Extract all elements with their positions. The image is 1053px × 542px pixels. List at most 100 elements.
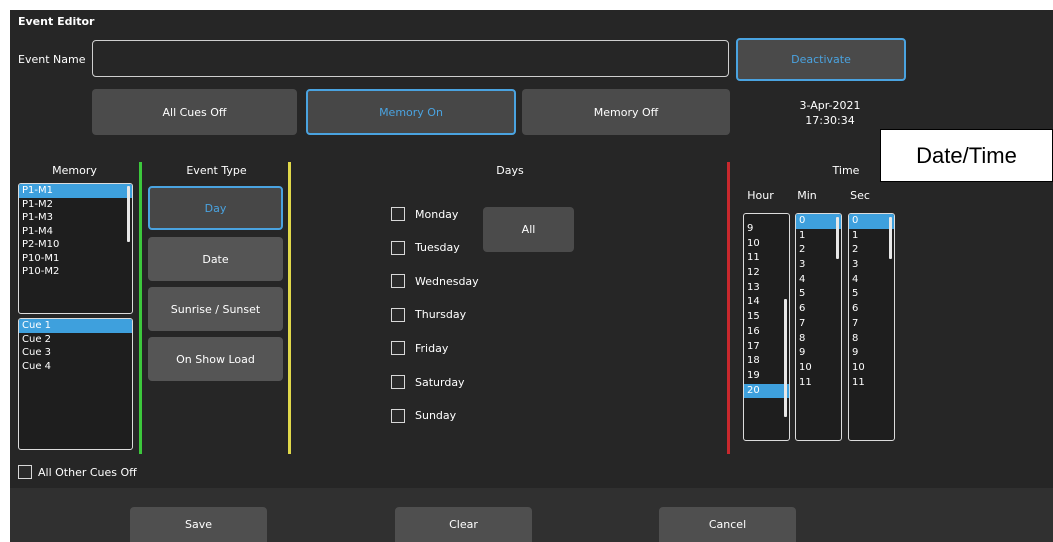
sec-list-item[interactable]: 1 [849,229,894,244]
hour-list-item[interactable]: 20 [744,383,789,399]
event-type-divider [288,162,291,454]
hour-list-item[interactable]: 13 [744,281,789,296]
days-header: Days [496,164,524,177]
checkbox-box[interactable] [391,341,405,356]
min-list-item[interactable]: 5 [796,287,841,302]
min-label: Min [797,189,817,202]
cue-list-item[interactable]: Cue 3 [19,346,132,360]
sec-list-item[interactable]: 10 [849,361,894,376]
sec-list-scrollbar[interactable] [889,217,892,259]
memory-list-item[interactable]: P1-M2 [19,198,132,212]
day-checkbox-thursday[interactable]: Thursday [391,307,467,322]
cue-list-item[interactable]: Cue 1 [19,319,132,333]
sec-list-item[interactable]: 6 [849,302,894,317]
all-days-button[interactable]: All [483,207,574,252]
checkbox-box[interactable] [391,307,405,322]
memory-list-item[interactable]: P1-M1 [19,184,132,198]
min-list-item[interactable]: 3 [796,258,841,273]
sec-list-item[interactable]: 11 [849,376,894,391]
memory-list-item[interactable]: P1-M3 [19,211,132,225]
sec-list-item[interactable]: 0 [849,214,894,229]
hour-list-item[interactable]: 10 [744,237,789,252]
day-label: Tuesday [415,241,460,255]
checkbox-box[interactable] [391,207,405,221]
checkbox-box[interactable] [391,274,405,289]
min-list[interactable]: 0 1 2 3 4 5 6 7 8 9 10 11 [795,213,842,441]
hour-list-scrollbar[interactable] [784,299,787,417]
sec-list[interactable]: 0 1 2 3 4 5 6 7 8 9 10 11 [848,213,895,441]
cue-list[interactable]: Cue 1 Cue 2 Cue 3 Cue 4 [18,318,133,450]
day-checkbox-monday[interactable]: Monday [391,207,458,221]
sec-label: Sec [850,189,870,202]
checkbox-box[interactable] [391,408,405,423]
min-list-item[interactable]: 10 [796,361,841,376]
hour-list-item[interactable]: 17 [744,340,789,355]
sec-list-item[interactable]: 8 [849,332,894,347]
min-list-item[interactable]: 1 [796,229,841,244]
save-button[interactable]: Save [130,507,267,542]
min-list-item[interactable]: 2 [796,243,841,258]
memory-list-item[interactable]: P10-M2 [19,265,132,279]
min-list-item[interactable]: 8 [796,332,841,347]
memory-list-item[interactable]: P2-M10 [19,238,132,252]
cue-list-item[interactable]: Cue 2 [19,333,132,347]
event-name-label: Event Name [18,53,86,66]
datetime-callout: Date/Time [880,129,1053,182]
day-label: Friday [415,341,449,355]
all-other-cues-off-checkbox[interactable]: All Other Cues Off [18,465,137,479]
cancel-button[interactable]: Cancel [659,507,796,542]
day-checkbox-sunday[interactable]: Sunday [391,408,456,423]
hour-list-item[interactable]: 9 [744,222,789,237]
all-cues-off-button[interactable]: All Cues Off [92,89,297,135]
hour-list-item[interactable]: 18 [744,354,789,369]
hour-list-item[interactable]: 16 [744,325,789,340]
memory-header: Memory [52,164,97,177]
day-label: Saturday [415,375,465,389]
datetime-display: 3-Apr-2021 17:30:34 [780,98,880,128]
deactivate-button[interactable]: Deactivate [736,38,906,81]
min-list-item[interactable]: 6 [796,302,841,317]
clear-button[interactable]: Clear [395,507,532,542]
sec-list-item[interactable]: 7 [849,317,894,332]
min-list-item[interactable]: 7 [796,317,841,332]
hour-list-item[interactable]: 11 [744,251,789,266]
hour-list-spacer [744,214,789,222]
sec-list-item[interactable]: 4 [849,273,894,288]
day-checkbox-saturday[interactable]: Saturday [391,375,465,389]
min-list-item[interactable]: 9 [796,346,841,361]
checkbox-box[interactable] [391,375,405,389]
hour-list-item[interactable]: 19 [744,369,789,384]
memory-list-item[interactable]: P10-M1 [19,252,132,266]
checkbox-box[interactable] [18,465,32,479]
memory-list[interactable]: P1-M1 P1-M2 P1-M3 P1-M4 P2-M10 P10-M1 P10-M2 [18,183,133,314]
day-checkbox-friday[interactable]: Friday [391,341,449,356]
sec-list-item[interactable]: 3 [849,258,894,273]
min-list-item[interactable]: 4 [796,273,841,288]
hour-list-item[interactable]: 14 [744,295,789,310]
event-type-day-button[interactable]: Day [148,186,283,230]
event-type-date-button[interactable]: Date [148,237,283,281]
min-list-item[interactable]: 0 [796,214,841,229]
day-label: Monday [415,207,459,221]
min-list-scrollbar[interactable] [836,217,839,259]
memory-list-scrollbar[interactable] [127,186,130,242]
hour-list-item[interactable]: 12 [744,266,789,281]
sec-list-item[interactable]: 9 [849,346,894,361]
time-text: 17:30:34 [805,114,855,127]
hour-list-item[interactable]: 15 [744,310,789,325]
day-checkbox-wednesday[interactable]: Wednesday [391,274,479,289]
memory-list-item[interactable]: P1-M4 [19,225,132,239]
sec-list-item[interactable]: 5 [849,287,894,302]
sec-list-item[interactable]: 2 [849,243,894,258]
min-list-item[interactable]: 11 [796,376,841,391]
day-label: Thursday [415,308,467,322]
memory-off-button[interactable]: Memory Off [522,89,730,135]
day-checkbox-tuesday[interactable]: Tuesday [391,240,460,255]
cue-list-item[interactable]: Cue 4 [19,360,132,374]
memory-on-button[interactable]: Memory On [306,89,516,135]
event-type-sunrise-sunset-button[interactable]: Sunrise / Sunset [148,287,283,331]
event-type-on-show-load-button[interactable]: On Show Load [148,337,283,381]
hour-list[interactable]: 9 10 11 12 13 14 15 16 17 18 19 20 [743,213,790,441]
checkbox-box[interactable] [391,240,405,255]
event-name-field[interactable] [92,40,729,77]
